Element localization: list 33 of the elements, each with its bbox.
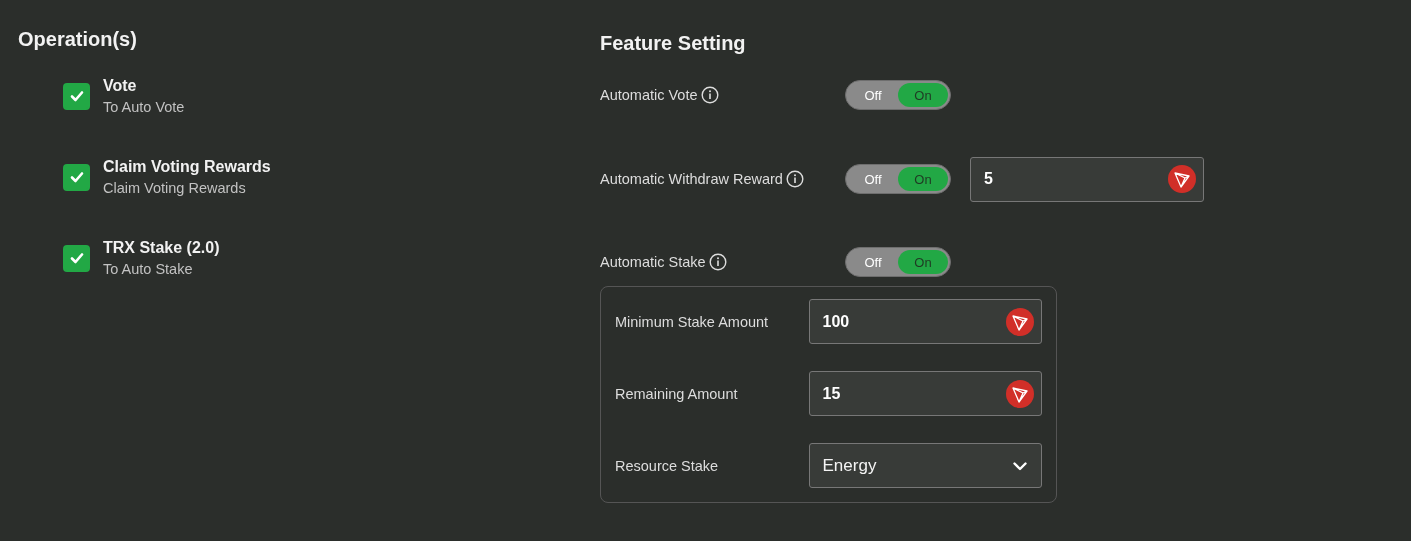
section-title: Feature Setting: [600, 32, 746, 55]
setting-label: Automatic Withdraw Reward: [600, 171, 783, 187]
section-title: Operation(s): [18, 28, 137, 51]
setting-label: Automatic Vote: [600, 87, 698, 103]
amount-field[interactable]: 15: [808, 371, 1042, 416]
toggle-switch[interactable]: Off On: [845, 164, 951, 194]
operation-description: To Auto Stake: [103, 261, 194, 277]
toggle-switch[interactable]: Off On: [845, 247, 951, 277]
check-icon: [68, 250, 85, 266]
checkbox[interactable]: [63, 82, 90, 110]
operation-description: Claim Voting Rewards: [103, 180, 247, 196]
amount-field[interactable]: 100: [808, 299, 1042, 344]
triangle-logo-icon: [1168, 165, 1196, 193]
info-icon[interactable]: [785, 170, 804, 188]
option-label: Minimum Stake Amount: [615, 313, 770, 330]
checkbox[interactable]: [63, 244, 90, 272]
triangle-logo-icon: [1006, 307, 1034, 336]
operation-title: Claim Voting Rewards: [103, 158, 271, 176]
resource-dropdown[interactable]: Energy: [808, 443, 1042, 488]
check-icon: [68, 169, 85, 185]
operation-title: Vote: [103, 77, 138, 95]
operation-description: To Auto Vote: [103, 99, 185, 115]
check-icon: [68, 88, 85, 104]
option-label: Remaining Amount: [615, 385, 739, 402]
setting-label: Automatic Stake: [600, 254, 706, 270]
option-label: Resource Stake: [615, 457, 720, 474]
triangle-logo-icon: [1006, 379, 1034, 408]
info-icon[interactable]: [700, 86, 719, 104]
info-icon[interactable]: [708, 253, 727, 271]
toggle-switch[interactable]: Off On: [845, 80, 951, 110]
amount-field[interactable]: 5: [970, 156, 1204, 202]
operation-title: TRX Stake (2.0): [103, 239, 220, 257]
checkbox[interactable]: [63, 163, 90, 191]
